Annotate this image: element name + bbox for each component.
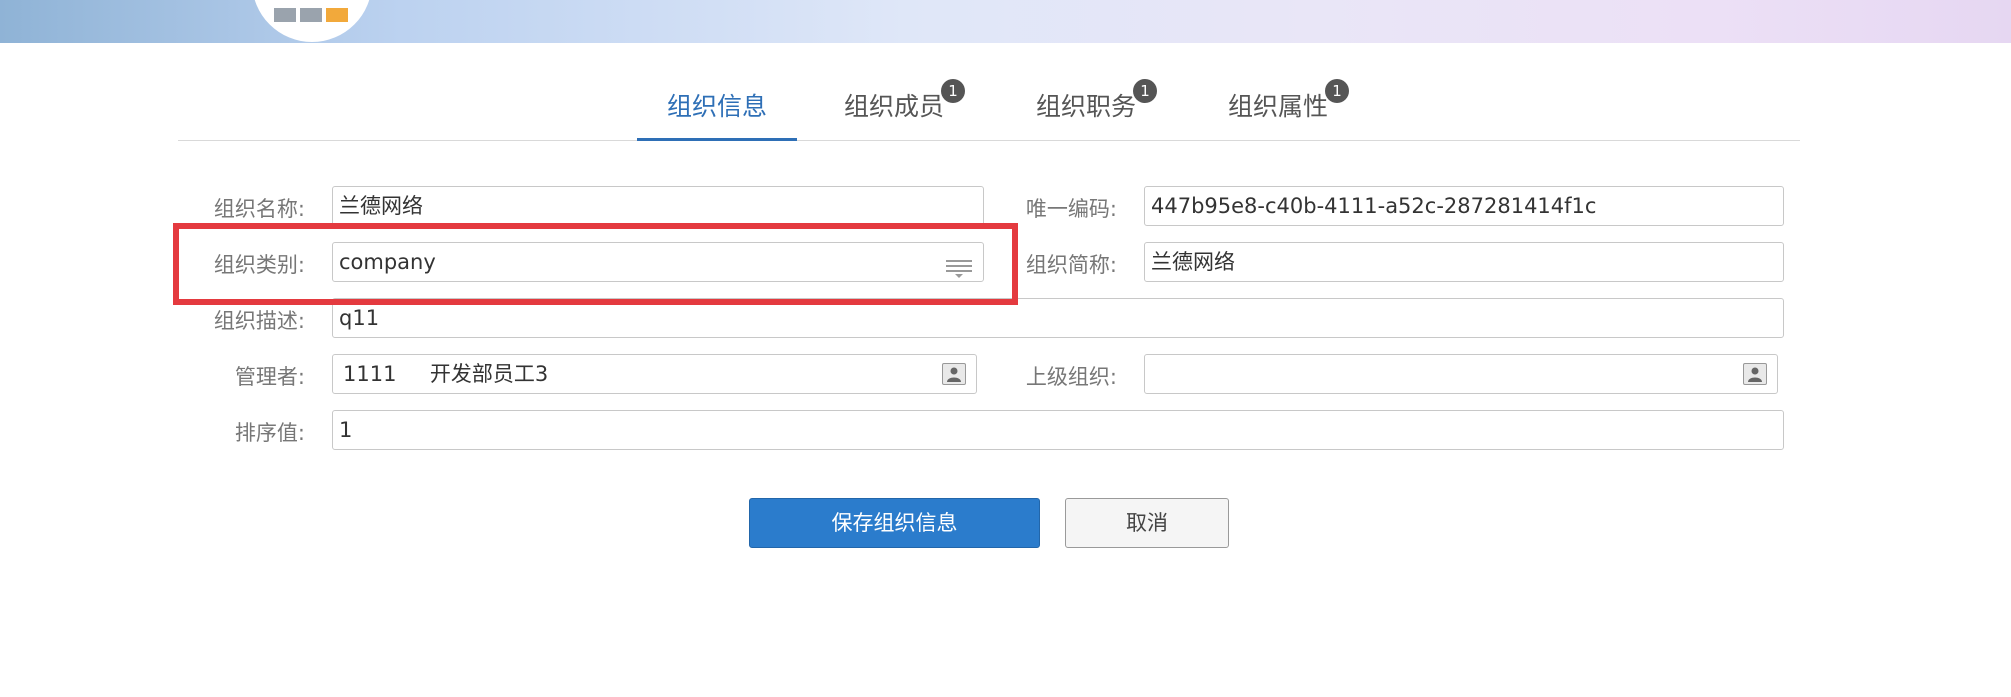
tab-label: 组织职务 <box>1035 92 1136 121</box>
sort-value-value: 1 <box>339 418 353 442</box>
description-input[interactable]: q11 <box>332 298 1784 338</box>
tab-label: 组织成员 <box>843 92 944 121</box>
tab-badge: 1 <box>1325 79 1349 103</box>
org-type-select[interactable]: company <box>332 242 984 282</box>
manager-label: 管理者: <box>234 365 305 389</box>
tab-label: 组织信息 <box>666 92 767 121</box>
unique-code-value: 447b95e8-c40b-4111-a52c-287281414f1c <box>1151 194 1597 218</box>
save-button[interactable]: 保存组织信息 <box>749 498 1040 548</box>
parent-org-label: 上级组织: <box>1025 365 1117 389</box>
org-name-input[interactable]: 兰德网络 <box>332 186 984 226</box>
manager-value: 1111 开发部员工3 <box>343 362 549 386</box>
tab-bar: 组织信息 组织成员 1 组织职务 1 组织属性 1 <box>178 73 1800 141</box>
cancel-button[interactable]: 取消 <box>1065 498 1229 548</box>
parent-org-input[interactable] <box>1144 354 1778 394</box>
short-name-label: 组织简称: <box>1025 253 1117 277</box>
tab-org-info[interactable]: 组织信息 <box>637 87 797 141</box>
person-picker-icon[interactable] <box>942 363 966 385</box>
org-name-value: 兰德网络 <box>339 194 423 218</box>
logo <box>252 0 372 42</box>
list-dropdown-icon[interactable] <box>945 253 973 281</box>
org-name-label: 组织名称: <box>213 197 305 221</box>
tab-label: 组织属性 <box>1227 92 1328 121</box>
unique-code-input[interactable]: 447b95e8-c40b-4111-a52c-287281414f1c <box>1144 186 1784 226</box>
org-type-label: 组织类别: <box>213 253 305 277</box>
logo-block-icon <box>300 8 322 22</box>
logo-block-icon <box>274 8 296 22</box>
sort-value-label: 排序值: <box>234 421 305 445</box>
description-value: q11 <box>339 306 380 330</box>
logo-block-icon <box>326 8 348 22</box>
sort-value-input[interactable]: 1 <box>332 410 1784 450</box>
header-banner <box>0 0 2011 43</box>
short-name-value: 兰德网络 <box>1151 250 1235 274</box>
tab-org-attributes[interactable]: 组织属性 1 <box>1213 79 1349 141</box>
org-type-value: company <box>339 250 436 274</box>
description-label: 组织描述: <box>213 309 305 333</box>
tab-badge: 1 <box>941 79 965 103</box>
tab-badge: 1 <box>1133 79 1157 103</box>
tab-org-members[interactable]: 组织成员 1 <box>829 79 965 141</box>
tab-org-positions[interactable]: 组织职务 1 <box>1021 79 1157 141</box>
person-picker-icon[interactable] <box>1743 363 1767 385</box>
manager-input[interactable]: 1111 开发部员工3 <box>332 354 977 394</box>
short-name-input[interactable]: 兰德网络 <box>1144 242 1784 282</box>
unique-code-label: 唯一编码: <box>1025 197 1117 221</box>
